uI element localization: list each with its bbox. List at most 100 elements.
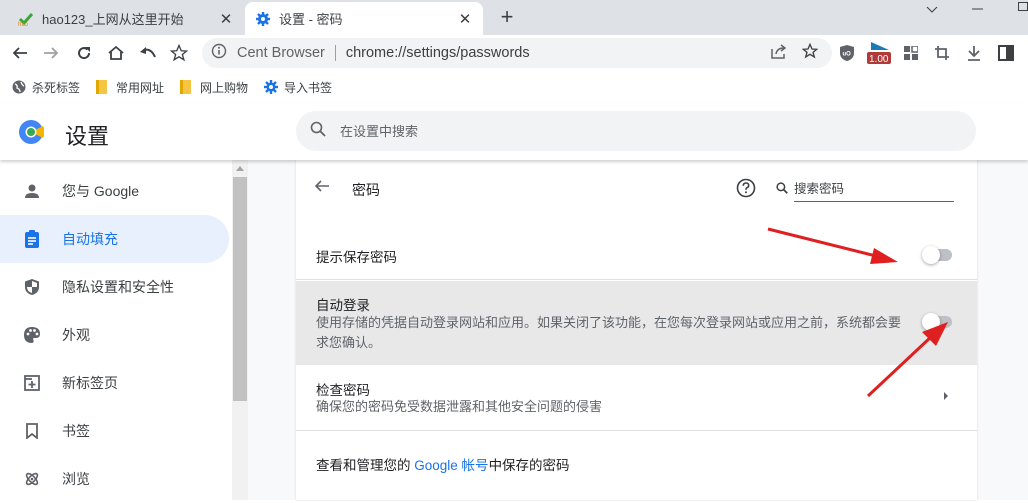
search-icon	[310, 121, 326, 142]
sidebar-item-label: 新标签页	[62, 375, 118, 391]
toggle-knob	[922, 246, 940, 264]
auto-sign-in-row[interactable]: 自动登录 使用存储的凭据自动登录网站和应用。如果关闭了该功能，在您每次登录网站或…	[296, 281, 977, 365]
svg-text:uO: uO	[843, 52, 852, 58]
google-account-link[interactable]: Google 帐号	[414, 458, 488, 473]
new-tab-icon	[22, 373, 42, 393]
gear-icon	[264, 80, 279, 94]
forward-icon[interactable]	[38, 40, 64, 66]
sidebar-item-autofill[interactable]: 自动填充	[0, 215, 229, 263]
shield-icon	[22, 277, 42, 297]
minimize-icon[interactable]	[972, 0, 984, 16]
bookmarks-bar: 杀死标签 常用网址 网上购物 导入书签	[0, 71, 1028, 103]
palette-icon	[22, 325, 42, 345]
settings-title: 设置	[65, 124, 110, 149]
close-tab-icon[interactable]: ✕	[216, 9, 236, 29]
ublock-icon[interactable]: uO	[834, 40, 860, 66]
passwords-card-header: 密码 搜索密码	[296, 160, 977, 216]
bookmark-label: 杀死标签	[32, 80, 81, 95]
passwords-card: 密码 搜索密码 提示保存密码 自动登录 使用存储的凭据自动登录网站和应用。如果关…	[296, 160, 977, 500]
manage-prefix: 查看和管理您的	[316, 458, 415, 473]
row-description: 确保您的密码免受数据泄露和其他安全问题的侵害	[316, 399, 603, 414]
cent-browser-logo	[18, 119, 45, 145]
sidebar-item-label: 外观	[62, 327, 90, 343]
row-label: 提示保存密码	[316, 250, 397, 265]
back-arrow-icon[interactable]	[314, 178, 330, 199]
atom-icon	[22, 469, 42, 489]
sidebar-item-label: 浏览	[62, 471, 90, 487]
sidebar-item-label: 隐私设置和安全性	[62, 279, 174, 295]
bookmark-label: 导入书签	[284, 80, 333, 95]
help-icon[interactable]	[736, 178, 756, 203]
folder-icon	[180, 80, 194, 94]
password-search[interactable]: 搜索密码	[776, 178, 956, 202]
address-bar[interactable]: Cent Browser chrome://settings/passwords	[202, 38, 832, 68]
row-description: 使用存储的凭据自动登录网站和应用。如果关闭了该功能，在您每次登录网站或应用之前，…	[316, 315, 902, 350]
person-icon	[22, 181, 42, 201]
side-panel-icon[interactable]	[993, 40, 1019, 66]
bookmark-shopping[interactable]: 网上购物	[180, 79, 248, 96]
tab-search-icon[interactable]	[926, 2, 938, 18]
hao123-favicon: hao	[18, 11, 34, 27]
sidebar-item-you-and-google[interactable]: 您与 Google	[0, 167, 229, 215]
sidebar-item-label: 书签	[62, 423, 90, 439]
extension-badge: 1.00	[869, 54, 889, 65]
bookmark-star-icon[interactable]	[166, 40, 192, 66]
manage-in-google-account-row: 查看和管理您的 Google 帐号中保存的密码	[296, 432, 977, 500]
sidebar-item-privacy[interactable]: 隐私设置和安全性	[0, 263, 229, 311]
sidebar-scrollbar[interactable]	[232, 160, 248, 500]
tab-hao123[interactable]: hao hao123_上网从这里开始 ✕	[8, 2, 244, 35]
reload-icon[interactable]	[71, 40, 97, 66]
offer-to-save-passwords-row[interactable]: 提示保存密码	[296, 224, 977, 280]
bookmark-label: 网上购物	[200, 80, 249, 95]
bookmark-page-star-icon[interactable]	[801, 42, 819, 63]
browser-toolbar: Cent Browser chrome://settings/passwords…	[0, 35, 1028, 71]
password-search-input[interactable]: 搜索密码	[794, 178, 954, 202]
scrollbar-thumb[interactable]	[233, 177, 247, 401]
manage-suffix: 中保存的密码	[488, 458, 570, 473]
sidebar-item-label: 自动填充	[62, 231, 118, 247]
settings-sidebar: 您与 Google 自动填充 隐私设置和安全性 外观 新标签页 书签 浏览	[0, 160, 232, 500]
settings-search-box[interactable]	[296, 111, 976, 151]
search-icon	[776, 181, 788, 199]
row-label: 自动登录	[316, 298, 370, 313]
tab-title: 设置 - 密码	[279, 12, 343, 27]
row-label: 检查密码	[316, 383, 370, 398]
share-icon[interactable]	[770, 43, 788, 63]
svg-text:hao: hao	[18, 22, 29, 27]
gear-favicon	[255, 11, 271, 27]
toggle-knob	[922, 313, 940, 331]
sidebar-item-new-tab[interactable]: 新标签页	[0, 359, 229, 407]
tab-settings-passwords[interactable]: 设置 - 密码 ✕	[245, 2, 483, 35]
back-icon[interactable]	[7, 40, 33, 66]
crop-screenshot-icon[interactable]	[929, 40, 955, 66]
folder-icon	[96, 80, 110, 94]
auto-sign-in-toggle[interactable]	[922, 313, 954, 331]
passwords-page-title: 密码	[352, 182, 380, 198]
offer-to-save-toggle[interactable]	[922, 246, 954, 264]
site-info-icon[interactable]	[211, 43, 229, 63]
sidebar-item-browsing[interactable]: 浏览	[0, 455, 229, 503]
settings-header: 设置	[0, 103, 1028, 160]
manage-text: 查看和管理您的 Google 帐号中保存的密码	[316, 454, 570, 474]
tab-grid-icon[interactable]	[898, 40, 924, 66]
home-icon[interactable]	[103, 40, 129, 66]
bookmark-kill-tabs[interactable]: 杀死标签	[12, 79, 80, 96]
bookmark-common-sites[interactable]: 常用网址	[96, 79, 164, 96]
undo-close-icon[interactable]	[135, 40, 161, 66]
tab-title: hao123_上网从这里开始	[42, 12, 184, 27]
download-icon[interactable]	[961, 40, 987, 66]
speed-extension-icon[interactable]: 1.00	[865, 40, 893, 66]
maximize-icon[interactable]	[1018, 0, 1028, 16]
url-text[interactable]: chrome://settings/passwords	[346, 45, 770, 61]
bookmark-import[interactable]: 导入书签	[264, 79, 332, 96]
settings-search-input[interactable]	[340, 123, 940, 139]
clipboard-icon	[22, 229, 42, 249]
close-tab-icon[interactable]: ✕	[455, 9, 475, 29]
check-passwords-row[interactable]: 检查密码 确保您的密码免受数据泄露和其他安全问题的侵害	[296, 365, 977, 431]
bookmark-icon	[22, 421, 42, 441]
scroll-up-arrow-icon[interactable]	[236, 166, 244, 171]
new-tab-button[interactable]: +	[496, 6, 518, 29]
sidebar-item-appearance[interactable]: 外观	[0, 311, 229, 359]
sidebar-item-bookmarks[interactable]: 书签	[0, 407, 229, 455]
globe-icon	[12, 80, 26, 94]
